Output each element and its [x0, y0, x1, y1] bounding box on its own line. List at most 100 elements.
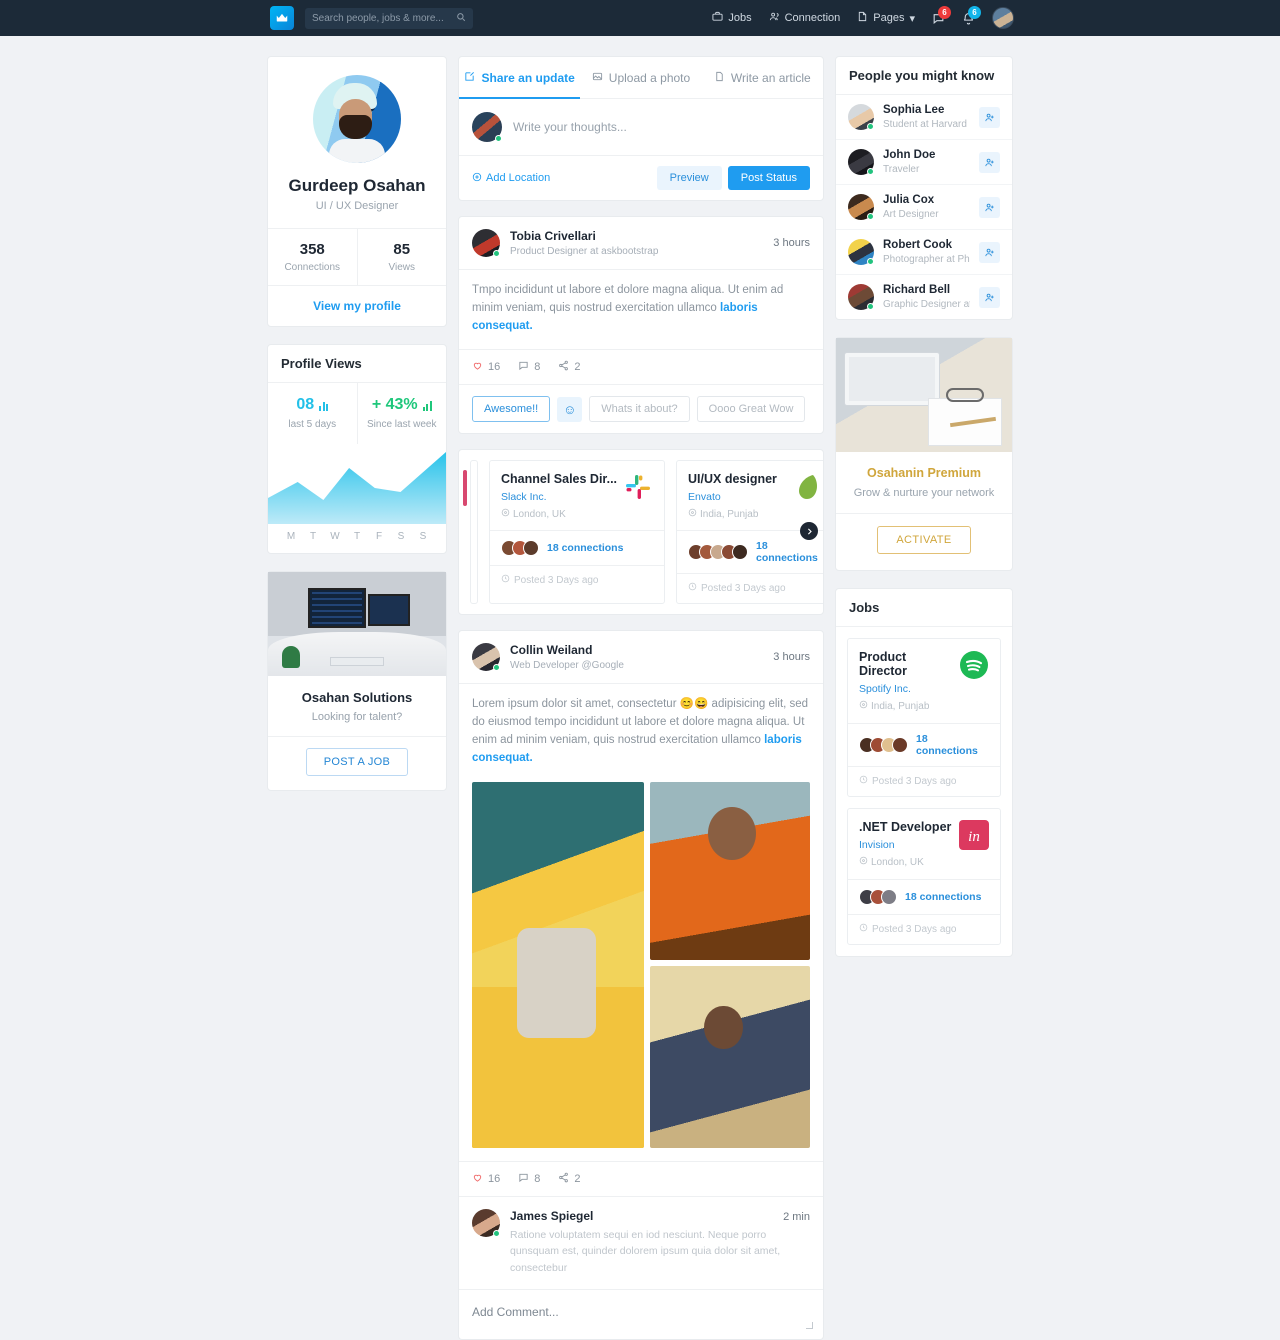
page-icon: [857, 11, 868, 25]
job-connections[interactable]: 18 connections: [756, 540, 823, 564]
tab-share-label: Share an update: [481, 71, 575, 85]
person-row-john-doe[interactable]: John Doe Traveler: [836, 139, 1012, 184]
person-role: Photographer at Phot...: [883, 254, 970, 265]
post-photo-man-yellow-sofa[interactable]: [472, 781, 644, 1148]
add-person-icon[interactable]: [979, 106, 1000, 128]
post-a-job-button[interactable]: POST A JOB: [305, 748, 409, 776]
search-input[interactable]: [312, 12, 447, 24]
people-you-might-know-card: People you might know Sophia Lee Student…: [835, 56, 1013, 320]
view-my-profile-link[interactable]: View my profile: [268, 286, 446, 326]
avatar[interactable]: [848, 149, 874, 175]
connection-avatars: [501, 540, 539, 557]
share-button[interactable]: 2: [558, 360, 581, 374]
post-author-name[interactable]: Collin Weiland: [510, 643, 763, 657]
person-role: Student at Harvard: [883, 119, 967, 130]
comment-button[interactable]: 8: [518, 360, 540, 374]
stat-views-label: Views: [388, 262, 416, 273]
add-person-icon[interactable]: [979, 241, 1000, 263]
avatar[interactable]: [472, 643, 500, 672]
avatar[interactable]: [472, 229, 500, 257]
reaction-whats-it-about[interactable]: Whats it about?: [589, 396, 690, 423]
job-company[interactable]: Invision: [859, 839, 953, 851]
activate-button[interactable]: ACTIVATE: [877, 526, 971, 554]
job-connections[interactable]: 18 connections: [905, 891, 981, 903]
comment-item: James Spiegel 2 min Ratione voluptatem s…: [459, 1195, 823, 1289]
tab-share-an-update[interactable]: Share an update: [459, 57, 581, 99]
reaction-oooo-great-wow[interactable]: Oooo Great Wow: [696, 396, 806, 423]
workspace-photo: [268, 572, 446, 676]
profile-photo: [313, 75, 401, 163]
pv-week-label: Since last week: [367, 419, 437, 430]
search-icon[interactable]: [456, 12, 466, 25]
avatar[interactable]: [848, 194, 874, 220]
job-card-peek-previous[interactable]: [470, 460, 478, 605]
notifications-button[interactable]: 6: [962, 5, 981, 25]
avatar[interactable]: [992, 7, 1014, 29]
add-person-icon[interactable]: [979, 151, 1000, 173]
profile-views-card: Profile Views 08 last 5 days + 43% Since…: [267, 344, 447, 554]
thoughts-input[interactable]: [513, 120, 810, 134]
add-comment-area[interactable]: [459, 1289, 823, 1339]
tab-upload-a-photo[interactable]: Upload a photo: [580, 57, 701, 99]
post-author-name[interactable]: Tobia Crivellari: [510, 229, 763, 243]
post-header: Tobia Crivellari Product Designer at ask…: [459, 217, 823, 269]
add-person-icon[interactable]: [979, 196, 1000, 218]
solutions-subtitle: Looking for talent?: [311, 711, 403, 723]
like-button[interactable]: 16: [472, 360, 500, 374]
pv-last5-label: last 5 days: [288, 419, 337, 430]
share-button[interactable]: 2: [558, 1172, 581, 1186]
location-pin-icon: [472, 172, 482, 185]
job-posted-label: Posted 3 Days ago: [872, 775, 957, 787]
job-card-product-director[interactable]: Product Director Spotify Inc. India, Pun…: [847, 638, 1001, 797]
person-row-sophia-lee[interactable]: Sophia Lee Student at Harvard: [836, 95, 1012, 139]
envato-logo: [794, 472, 823, 502]
avatar[interactable]: [848, 284, 874, 310]
clock-icon: [688, 582, 697, 594]
composer-footer: Add Location Preview Post Status: [459, 155, 823, 200]
comment-button[interactable]: 8: [518, 1172, 540, 1186]
person-row-julia-cox[interactable]: Julia Cox Art Designer: [836, 184, 1012, 229]
resize-handle-icon[interactable]: [806, 1322, 813, 1330]
search-box[interactable]: [305, 7, 473, 29]
person-row-robert-cook[interactable]: Robert Cook Photographer at Phot...: [836, 229, 1012, 274]
job-company[interactable]: Envato: [688, 491, 788, 503]
add-location-button[interactable]: Add Location: [472, 172, 550, 185]
job-card-channel-sales-director[interactable]: Channel Sales Dir... Slack Inc. London, …: [489, 460, 666, 605]
post-timestamp: 3 hours: [773, 237, 810, 249]
post-status-button[interactable]: Post Status: [727, 166, 810, 190]
messages-button[interactable]: 6: [932, 5, 951, 25]
nav-link-jobs[interactable]: Jobs: [712, 11, 752, 25]
like-count: 16: [488, 361, 501, 374]
preview-button[interactable]: Preview: [656, 166, 722, 190]
add-person-icon[interactable]: [979, 286, 1000, 308]
job-company[interactable]: Spotify Inc.: [859, 683, 953, 695]
job-connections[interactable]: 18 connections: [916, 733, 989, 757]
nav-link-pages[interactable]: Pages ▾: [857, 11, 915, 25]
job-posted: Posted 3 Days ago: [490, 565, 665, 595]
post-photo-man-laptop[interactable]: [650, 965, 810, 1148]
pencil-square-icon: [464, 71, 475, 85]
comment-count: 8: [534, 1172, 541, 1185]
people-icon: [769, 11, 780, 25]
tab-write-an-article[interactable]: Write an article: [702, 57, 823, 99]
emoji-icon[interactable]: ☺: [557, 396, 583, 422]
nav-link-connection[interactable]: Connection: [769, 11, 840, 25]
post-photo-man-orange-shirt[interactable]: [650, 781, 810, 960]
person-row-richard-bell[interactable]: Richard Bell Graphic Designer at E...: [836, 274, 1012, 319]
avatar[interactable]: [472, 1208, 500, 1237]
comment-icon: [518, 1172, 529, 1186]
like-button[interactable]: 16: [472, 1172, 500, 1186]
job-connections[interactable]: 18 connections: [547, 542, 623, 554]
comment-author-name[interactable]: James Spiegel: [510, 1209, 593, 1223]
avatar[interactable]: [848, 104, 874, 130]
avatar[interactable]: [848, 239, 874, 265]
carousel-track[interactable]: Channel Sales Dir... Slack Inc. London, …: [459, 460, 823, 605]
left-sidebar: Gurdeep Osahan UI / UX Designer 358 Conn…: [267, 56, 447, 791]
job-card-dotnet-developer[interactable]: .NET Developer Invision London, UK in 18…: [847, 808, 1001, 945]
reaction-awesome[interactable]: Awesome!!: [472, 396, 551, 423]
crown-icon[interactable]: [270, 6, 294, 30]
bar-chart-icon: [422, 400, 432, 411]
add-comment-input[interactable]: [472, 1305, 810, 1320]
job-company[interactable]: Slack Inc.: [501, 491, 617, 503]
share-count: 2: [574, 361, 581, 374]
